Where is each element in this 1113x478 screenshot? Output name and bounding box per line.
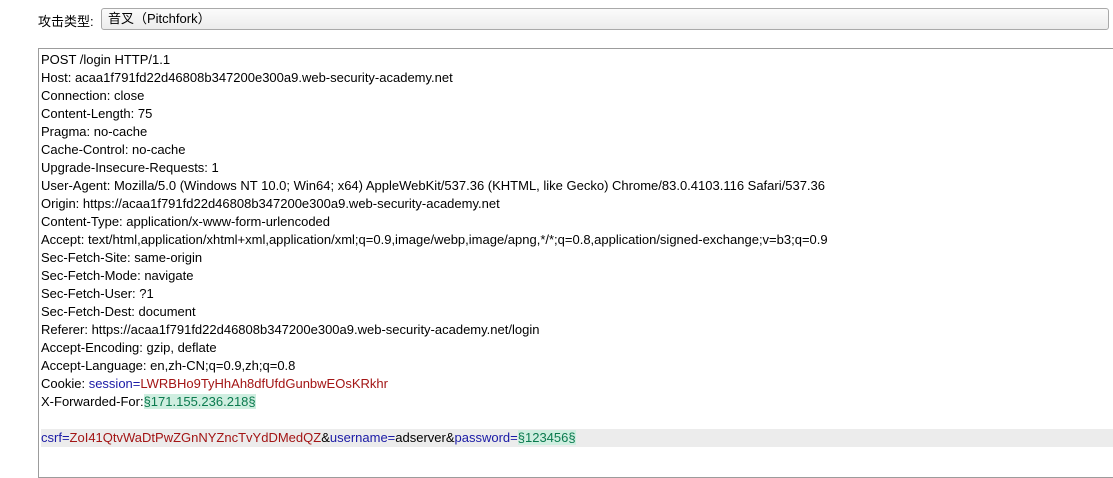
request-lines: POST /login HTTP/1.1 Host: acaa1f791fd22… (41, 51, 1113, 447)
param-csrf-name: csrf (41, 430, 62, 445)
param-equals: = (510, 430, 518, 445)
param-separator: & (445, 430, 455, 445)
header-sec-fetch-user: Sec-Fetch-User: ?1 (41, 286, 154, 301)
header-referer: Referer: https://acaa1f791fd22d46808b347… (41, 322, 540, 337)
header-connection: Connection: close (41, 88, 145, 103)
header-origin: Origin: https://acaa1f791fd22d46808b3472… (41, 196, 500, 211)
request-body: csrf=ZoI41QtvWaDtPwZGnNYZncTvYdDMedQZ&us… (41, 429, 1113, 447)
attack-type-bar: 攻击类型: 音叉（Pitchfork） (0, 0, 1113, 40)
header-accept-language: Accept-Language: en,zh-CN;q=0.9,zh;q=0.8 (41, 358, 296, 373)
param-username-name: username (329, 430, 388, 445)
attack-type-label: 攻击类型: (38, 14, 94, 29)
payload-position-password[interactable]: §123456§ (517, 430, 576, 445)
cookie-value: LWRBHo9TyHhAh8dfUfdGunbwEOsKRkhr (140, 376, 388, 391)
header-accept-encoding: Accept-Encoding: gzip, deflate (41, 340, 217, 355)
request-template-editor[interactable]: POST /login HTTP/1.1 Host: acaa1f791fd22… (38, 48, 1113, 478)
header-user-agent: User-Agent: Mozilla/5.0 (Windows NT 10.0… (41, 178, 825, 193)
header-content-length: Content-Length: 75 (41, 106, 153, 121)
header-accept: Accept: text/html,application/xhtml+xml,… (41, 232, 828, 247)
attack-type-dropdown[interactable]: 音叉（Pitchfork） (101, 8, 1109, 30)
header-x-forwarded-for: X-Forwarded-For:§171.155.236.218§ (41, 393, 1113, 411)
cookie-prefix: Cookie: (41, 376, 89, 391)
param-password-name: password (454, 430, 511, 445)
param-username-value: adserver (395, 430, 446, 445)
param-csrf-value: ZoI41QtvWaDtPwZGnNYZncTvYdDMedQZ (69, 430, 322, 445)
request-line: POST /login HTTP/1.1 (41, 52, 171, 67)
header-cache-control: Cache-Control: no-cache (41, 142, 186, 157)
header-host: Host: acaa1f791fd22d46808b347200e300a9.w… (41, 70, 453, 85)
header-upgrade-insecure-requests: Upgrade-Insecure-Requests: 1 (41, 160, 219, 175)
xff-prefix: X-Forwarded-For: (41, 394, 144, 409)
cookie-name: session (88, 376, 133, 391)
param-equals: = (61, 430, 70, 445)
header-cookie: Cookie: session=LWRBHo9TyHhAh8dfUfdGunbw… (41, 375, 1113, 393)
param-separator: & (321, 430, 330, 445)
header-sec-fetch-mode: Sec-Fetch-Mode: navigate (41, 268, 194, 283)
payload-position-ip[interactable]: §171.155.236.218§ (143, 394, 256, 409)
header-content-type: Content-Type: application/x-www-form-url… (41, 214, 331, 229)
header-sec-fetch-site: Sec-Fetch-Site: same-origin (41, 250, 203, 265)
header-sec-fetch-dest: Sec-Fetch-Dest: document (41, 304, 196, 319)
header-pragma: Pragma: no-cache (41, 124, 148, 139)
